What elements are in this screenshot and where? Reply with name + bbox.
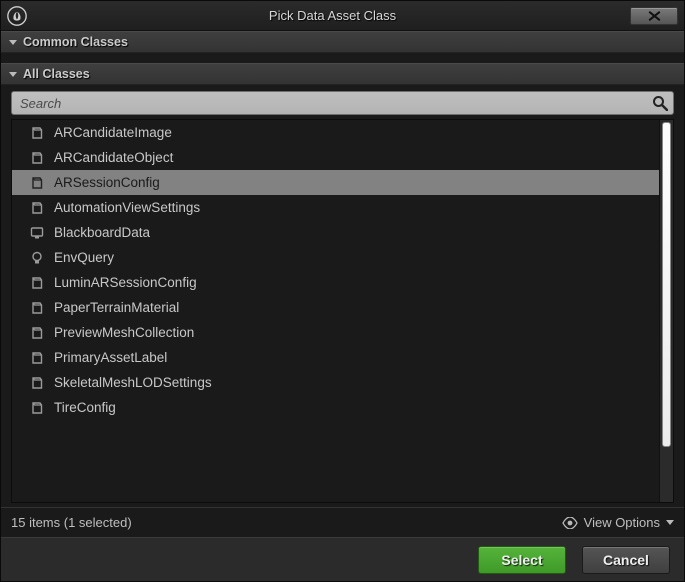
- common-classes-label: Common Classes: [23, 35, 128, 49]
- search-input[interactable]: [11, 91, 674, 115]
- list-item[interactable]: ARCandidateObject: [12, 145, 659, 170]
- asset-icon: [30, 326, 44, 340]
- list-item-label: TireConfig: [54, 400, 116, 415]
- list-item-label: PreviewMeshCollection: [54, 325, 194, 340]
- list-item[interactable]: ARCandidateImage: [12, 120, 659, 145]
- list-item[interactable]: PreviewMeshCollection: [12, 320, 659, 345]
- list-item[interactable]: TireConfig: [12, 395, 659, 420]
- list-item-label: AutomationViewSettings: [54, 200, 200, 215]
- list-item-label: PaperTerrainMaterial: [54, 300, 179, 315]
- list-item-label: ARCandidateObject: [54, 150, 173, 165]
- list-item-label: ARCandidateImage: [54, 125, 172, 140]
- asset-icon: [30, 201, 44, 215]
- common-classes-header[interactable]: Common Classes: [1, 31, 684, 53]
- list-item-label: BlackboardData: [54, 225, 150, 240]
- asset-icon: [30, 276, 44, 290]
- asset-icon: [30, 401, 44, 415]
- list-item[interactable]: EnvQuery: [12, 245, 659, 270]
- eye-icon: [562, 517, 578, 529]
- list-item[interactable]: SkeletalMeshLODSettings: [12, 370, 659, 395]
- list-item-label: LuminARSessionConfig: [54, 275, 197, 290]
- dialog-window: Pick Data Asset Class Common Classes All…: [0, 0, 685, 582]
- search-wrap: [11, 91, 674, 115]
- select-button[interactable]: Select: [478, 546, 566, 574]
- button-bar: Select Cancel: [1, 537, 684, 581]
- all-classes-header[interactable]: All Classes: [1, 63, 684, 85]
- asset-icon: [30, 351, 44, 365]
- asset-icon: [30, 301, 44, 315]
- list-item[interactable]: AutomationViewSettings: [12, 195, 659, 220]
- close-icon: [648, 11, 661, 21]
- list-item[interactable]: PrimaryAssetLabel: [12, 345, 659, 370]
- class-list-container: ARCandidateImage ARCandidateObject ARSessi…: [11, 119, 674, 503]
- status-text: 15 items (1 selected): [11, 515, 562, 530]
- chevron-down-icon: [666, 520, 674, 525]
- list-item[interactable]: BlackboardData: [12, 220, 659, 245]
- class-list: ARCandidateImage ARCandidateObject ARSessi…: [12, 120, 659, 502]
- scrollbar[interactable]: [659, 120, 673, 502]
- unreal-logo-icon: [7, 6, 27, 26]
- cancel-button[interactable]: Cancel: [582, 546, 670, 574]
- list-footer: 15 items (1 selected) View Options: [1, 507, 684, 537]
- all-classes-label: All Classes: [23, 67, 90, 81]
- asset-icon: [30, 126, 44, 140]
- asset-icon: [30, 176, 44, 190]
- disclosure-triangle-icon: [9, 40, 17, 45]
- close-button[interactable]: [630, 7, 678, 25]
- asset-icon: [30, 151, 44, 165]
- list-item-label: EnvQuery: [54, 250, 114, 265]
- title-bar: Pick Data Asset Class: [1, 1, 684, 31]
- list-item-label: ARSessionConfig: [54, 175, 160, 190]
- asset-icon: [30, 376, 44, 390]
- list-item-label: SkeletalMeshLODSettings: [54, 375, 212, 390]
- all-classes-content: ARCandidateImage ARCandidateObject ARSessi…: [1, 85, 684, 537]
- list-item[interactable]: PaperTerrainMaterial: [12, 295, 659, 320]
- view-options[interactable]: View Options: [562, 515, 674, 530]
- disclosure-triangle-icon: [9, 72, 17, 77]
- view-options-label: View Options: [584, 515, 660, 530]
- scroll-thumb[interactable]: [662, 122, 671, 447]
- list-item-label: PrimaryAssetLabel: [54, 350, 167, 365]
- bulb-icon: [30, 251, 44, 265]
- blackboard-icon: [30, 226, 44, 240]
- list-item[interactable]: ARSessionConfig: [12, 170, 659, 195]
- window-title: Pick Data Asset Class: [35, 8, 630, 23]
- list-item[interactable]: LuminARSessionConfig: [12, 270, 659, 295]
